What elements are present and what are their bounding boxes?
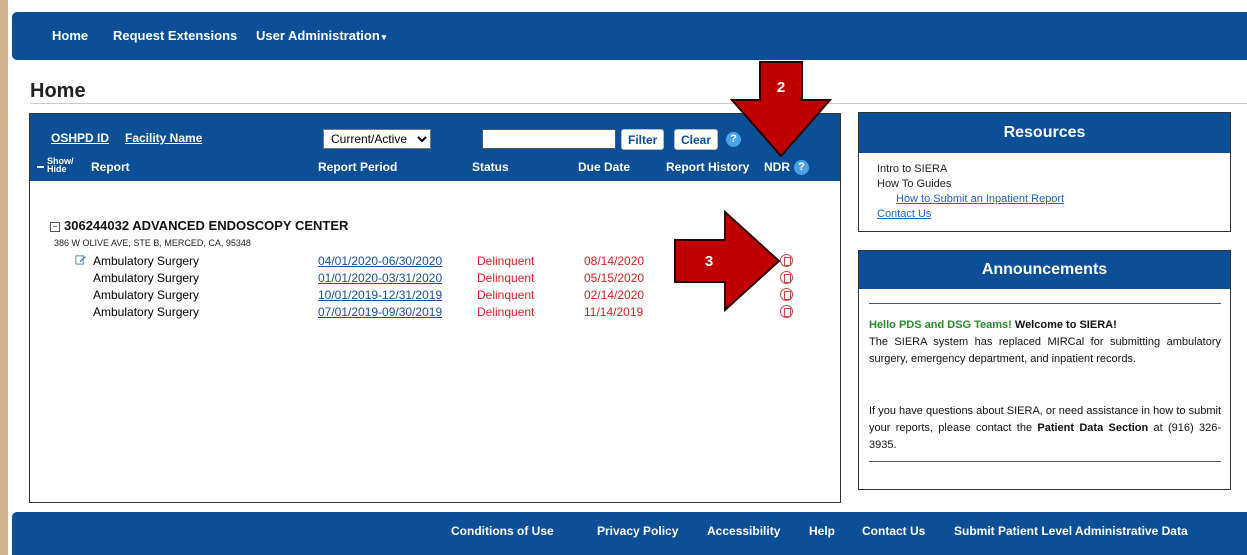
top-navbar: Home Request Extensions User Administrat… [12,12,1247,60]
footer-accessibility-link[interactable]: Accessibility [707,524,780,538]
oshpd-id-sort-link[interactable]: OSHPD ID [51,131,109,145]
resources-title: Resources [859,113,1230,153]
announcement-para1: The SIERA system has replaced MIRCal for… [869,336,1221,365]
report-period-link[interactable]: 07/01/2019-09/30/2019 [318,305,442,319]
nav-user-administration-label: User Administration [256,28,380,43]
facility-address: 386 W OLIVE AVE, STE B, MERCED, CA, 9534… [54,238,251,248]
filter-input[interactable] [482,129,616,149]
top-strip [8,0,1247,12]
ndr-help-icon[interactable]: ? [794,160,809,175]
report-name: Ambulatory Surgery [93,305,200,319]
resources-contact-link[interactable]: Contact Us [877,208,931,220]
announcements-panel: Announcements Hello PDS and DSG Teams! W… [858,250,1231,490]
edit-icon[interactable] [75,254,86,265]
footer: Conditions of Use Privacy Policy Accessi… [12,512,1247,555]
due-date: 11/14/2019 [584,305,644,319]
callout-arrow-3: 3 [674,210,781,312]
report-period-link[interactable]: 01/01/2020-03/31/2020 [318,271,442,285]
page-title: Home [30,80,86,102]
resources-panel: Resources Intro to SIERA How To Guides H… [858,112,1231,232]
facility-title: 306244032 ADVANCED ENDOSCOPY CENTER [64,218,349,233]
announcement-divider-bottom [869,461,1221,462]
facility-header: −306244032 ADVANCED ENDOSCOPY CENTER [50,218,348,233]
clear-button[interactable]: Clear [674,129,719,150]
report-name: Ambulatory Surgery [93,271,200,285]
due-date: 08/14/2020 [584,254,645,268]
col-status: Status [472,160,509,174]
patient-data-section: Patient Data Section [1037,422,1149,434]
left-rail [0,0,8,555]
title-divider [30,103,1247,104]
status-text: Delinquent [477,305,535,319]
announcement-welcome: Welcome to SIERA! [1011,319,1117,331]
nav-user-administration[interactable]: User Administration ▾ [256,28,386,43]
col-report-period: Report Period [318,160,398,174]
nav-request-extensions[interactable]: Request Extensions [113,28,237,43]
callout-2-label: 2 [777,79,785,96]
nav-home[interactable]: Home [52,28,88,43]
footer-submit-link[interactable]: Submit Patient Level Administrative Data [954,524,1188,538]
col-due-date: Due Date [578,160,631,174]
report-table-header: OSHPD ID Facility Name Current/Active Fi… [30,114,840,181]
status-filter-select[interactable]: Current/Active [323,129,431,149]
announcement-body: Hello PDS and DSG Teams! Welcome to SIER… [869,317,1221,368]
due-date: 05/15/2020 [584,271,645,285]
report-period-link[interactable]: 04/01/2020-06/30/2020 [318,254,442,268]
footer-conditions-link[interactable]: Conditions of Use [451,524,554,538]
status-text: Delinquent [477,254,535,268]
callout-3-label: 3 [705,253,713,270]
inpatient-guide-link[interactable]: How to Submit an Inpatient Report [896,193,1064,205]
status-text: Delinquent [477,271,535,285]
collapse-facility-icon[interactable]: − [50,222,60,232]
footer-contact-link[interactable]: Contact Us [862,524,925,538]
resources-how-to: How To Guides [877,178,952,190]
announcement-hello: Hello PDS and DSG Teams! [869,319,1012,331]
report-name: Ambulatory Surgery [93,288,200,302]
col-report: Report [91,160,130,174]
col-report-history: Report History [666,160,750,174]
collapse-all-icon[interactable] [37,166,44,168]
due-date: 02/14/2020 [584,288,645,302]
footer-privacy-link[interactable]: Privacy Policy [597,524,678,538]
report-period-link[interactable]: 10/01/2019-12/31/2019 [318,288,442,302]
announcement-contact: If you have questions about SIERA, or ne… [869,403,1221,454]
status-text: Delinquent [477,288,535,302]
hide-label: Hide [47,164,67,174]
filter-button[interactable]: Filter [621,129,665,150]
footer-help-link[interactable]: Help [809,524,835,538]
col-ndr: NDR [764,160,790,174]
announcements-title: Announcements [859,251,1230,289]
callout-arrow-2: 2 [729,61,833,158]
announcement-divider [869,303,1221,304]
report-name: Ambulatory Surgery [93,254,200,268]
resources-intro: Intro to SIERA [877,163,948,175]
facility-name-sort-link[interactable]: Facility Name [125,131,202,145]
show-hide-toggle[interactable]: Show/Hide [47,157,74,174]
caret-down-icon: ▾ [381,32,387,42]
